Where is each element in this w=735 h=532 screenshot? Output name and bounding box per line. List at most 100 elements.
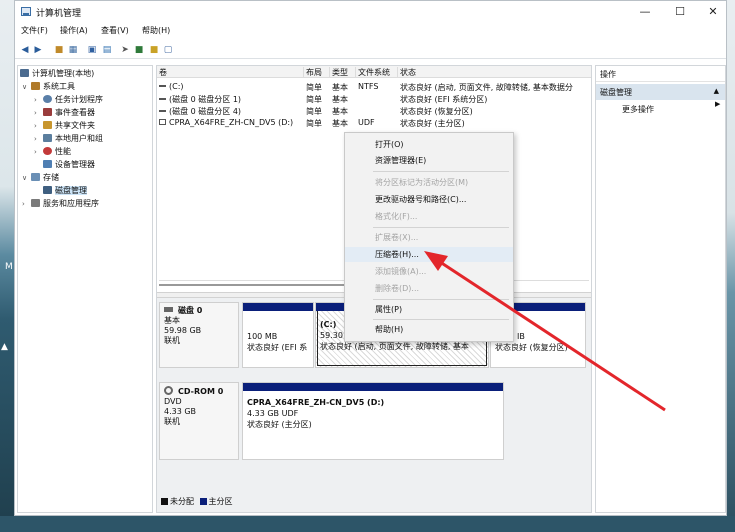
volume-row[interactable]: CPRA_X64FRE_ZH-CN_DV5 (D:) 简单 基本 UDF 状态良… — [159, 118, 591, 130]
services-icon — [31, 199, 40, 207]
export-icon[interactable]: ■ — [148, 44, 160, 56]
column-header-type[interactable]: 类型 — [329, 67, 348, 78]
volume-type: 基本 — [332, 107, 348, 116]
maximize-button[interactable]: ☐ — [670, 4, 690, 20]
volume-filesystem: UDF — [358, 118, 375, 127]
chevron-down-icon[interactable]: ∨ — [22, 173, 31, 184]
more-actions-arrow-icon[interactable]: ▶ — [715, 100, 720, 108]
tree-item-performance[interactable]: › 性能 — [34, 146, 71, 157]
menu-view[interactable]: 查看(V) — [101, 25, 129, 36]
storage-icon — [31, 173, 40, 181]
clock-icon — [43, 95, 52, 103]
volume-type: 基本 — [332, 119, 348, 128]
properties-icon[interactable]: ▣ — [86, 44, 98, 56]
chevron-right-icon[interactable]: › — [34, 108, 43, 119]
tree-item-local-users[interactable]: › 本地用户和组 — [34, 133, 103, 144]
computer-icon — [20, 69, 29, 77]
collapse-arrow-icon[interactable]: ▲ — [714, 87, 719, 95]
menu-separator — [373, 299, 509, 300]
desktop-background-right — [727, 0, 735, 532]
column-header-status[interactable]: 状态 — [397, 67, 416, 78]
device-manager-icon — [43, 160, 52, 168]
minimize-button[interactable]: — — [635, 4, 655, 20]
menu-separator — [373, 319, 509, 320]
title-bar[interactable]: 计算机管理 — ☐ ✕ — [15, 1, 726, 23]
cdrom-volume[interactable]: CPRA_X64FRE_ZH-CN_DV5 (D:) 4.33 GB UDF 状… — [242, 382, 504, 460]
more-actions-link[interactable]: 更多操作 — [622, 104, 654, 115]
tree-item-shared-folders[interactable]: › 共享文件夹 — [34, 120, 95, 131]
menu-item-extend-volume: 扩展卷(X)... — [375, 233, 419, 242]
menu-separator — [373, 227, 509, 228]
column-header-filesystem[interactable]: 文件系统 — [355, 67, 390, 78]
up-folder-icon[interactable]: ■ — [53, 44, 65, 56]
desktop-background-bottom — [0, 516, 735, 532]
cd-volume-icon — [159, 119, 166, 125]
menu-item-add-mirror: 添加镜像(A)... — [375, 267, 427, 276]
legend-primary: 主分区 — [208, 497, 233, 506]
refresh-icon[interactable]: ➤ — [119, 44, 131, 56]
volume-row[interactable]: (磁盘 0 磁盘分区 1) 简单 基本 状态良好 (EFI 系统分区) — [159, 94, 591, 106]
cdrom-status: 联机 — [164, 417, 180, 426]
chevron-down-icon[interactable]: ∨ — [22, 82, 31, 93]
menu-item-format: 格式化(F)... — [375, 212, 418, 221]
disk-list-icon[interactable]: ■ — [133, 44, 145, 56]
chevron-right-icon[interactable]: › — [34, 121, 43, 132]
column-header-layout[interactable]: 布局 — [303, 67, 322, 78]
chevron-right-icon[interactable]: › — [34, 147, 43, 158]
menu-action[interactable]: 操作(A) — [60, 25, 88, 36]
actions-section-disk-management[interactable]: 磁盘管理 ▲ — [596, 84, 725, 100]
tree-item-device-manager[interactable]: 设备管理器 — [34, 159, 95, 170]
menu-item-help[interactable]: 帮助(H) — [345, 322, 513, 337]
chevron-right-icon[interactable]: › — [34, 95, 43, 106]
mouse-cursor-icon: ▲ — [1, 342, 8, 352]
tree-item-computer-management[interactable]: 计算机管理(本地) — [20, 68, 94, 79]
tree-item-system-tools[interactable]: ∨ 系统工具 — [22, 81, 75, 92]
back-arrow-icon[interactable]: ◀ — [19, 44, 31, 56]
cdrom-size: 4.33 GB — [164, 407, 197, 416]
volume-name: (磁盘 0 磁盘分区 4) — [159, 106, 241, 117]
disk-0-label[interactable]: 磁盘 0 基本 59.98 GB 联机 — [159, 302, 239, 368]
disk-status: 联机 — [164, 336, 180, 345]
forward-arrow-icon[interactable]: ▶ — [32, 44, 44, 56]
volume-name: CPRA_X64FRE_ZH-CN_DV5 (D:) — [159, 118, 293, 127]
menu-help[interactable]: 帮助(H) — [142, 25, 170, 36]
tree-item-disk-management[interactable]: 磁盘管理 — [34, 185, 87, 196]
disk-size: 59.98 GB — [164, 326, 202, 335]
show-tree-icon[interactable]: ▦ — [67, 44, 79, 56]
menu-item-explorer[interactable]: 资源管理器(E) — [345, 153, 513, 168]
tree-item-event-viewer[interactable]: › 事件查看器 — [34, 107, 95, 118]
volume-row[interactable]: (C:) 简单 基本 NTFS 状态良好 (启动, 页面文件, 故障转储, 基本… — [159, 82, 591, 94]
disk-management-icon — [43, 186, 52, 194]
close-button[interactable]: ✕ — [703, 4, 723, 20]
disk-type: 基本 — [164, 316, 180, 325]
volume-layout: 简单 — [306, 83, 322, 92]
window-title: 计算机管理 — [36, 9, 82, 19]
navigation-tree: 计算机管理(本地) ∨ 系统工具 › 任务计划程序 › 事件查看器 › 共享文件夹 › 本… — [17, 65, 153, 513]
menu-item-open[interactable]: 打开(O) — [345, 137, 513, 152]
cdrom-0-label[interactable]: CD-ROM 0 DVD 4.33 GB 联机 — [159, 382, 239, 460]
chevron-right-icon[interactable]: › — [22, 199, 31, 210]
cdrom-volume-name: CPRA_X64FRE_ZH-CN_DV5 (D:) — [247, 398, 385, 407]
menu-item-change-drive-letter[interactable]: 更改驱动器号和路径(C)... — [345, 192, 513, 207]
menu-item-shrink-volume[interactable]: 压缩卷(H)... — [345, 247, 513, 262]
menu-file[interactable]: 文件(F) — [21, 25, 48, 36]
tree-item-services-applications[interactable]: › 服务和应用程序 — [22, 198, 99, 209]
partition-status: 状态良好 (恢复分区) — [495, 343, 568, 352]
performance-icon — [43, 147, 52, 155]
chevron-right-icon[interactable]: › — [34, 134, 43, 145]
disk-icon — [164, 307, 173, 312]
menu-item-mark-active: 将分区标记为活动分区(M) — [375, 178, 469, 187]
volume-name: (磁盘 0 磁盘分区 1) — [159, 94, 241, 105]
volume-row[interactable]: (磁盘 0 磁盘分区 4) 简单 基本 状态良好 (恢复分区) — [159, 106, 591, 118]
tree-item-task-scheduler[interactable]: › 任务计划程序 — [34, 94, 103, 105]
partition-efi[interactable]: 100 MB 状态良好 (EFI 系 — [242, 302, 314, 368]
column-header-volume[interactable]: 卷 — [157, 67, 167, 78]
cdrom-icon — [164, 386, 173, 395]
settings-icon[interactable]: ▢ — [162, 44, 174, 56]
tree-item-storage[interactable]: ∨ 存储 — [22, 172, 59, 183]
help-icon[interactable]: ▤ — [101, 44, 113, 56]
unallocated-swatch — [161, 498, 168, 505]
menu-item-properties[interactable]: 属性(P) — [345, 302, 513, 317]
volume-icon — [159, 110, 166, 112]
desktop-partial-text: M — [5, 262, 13, 272]
